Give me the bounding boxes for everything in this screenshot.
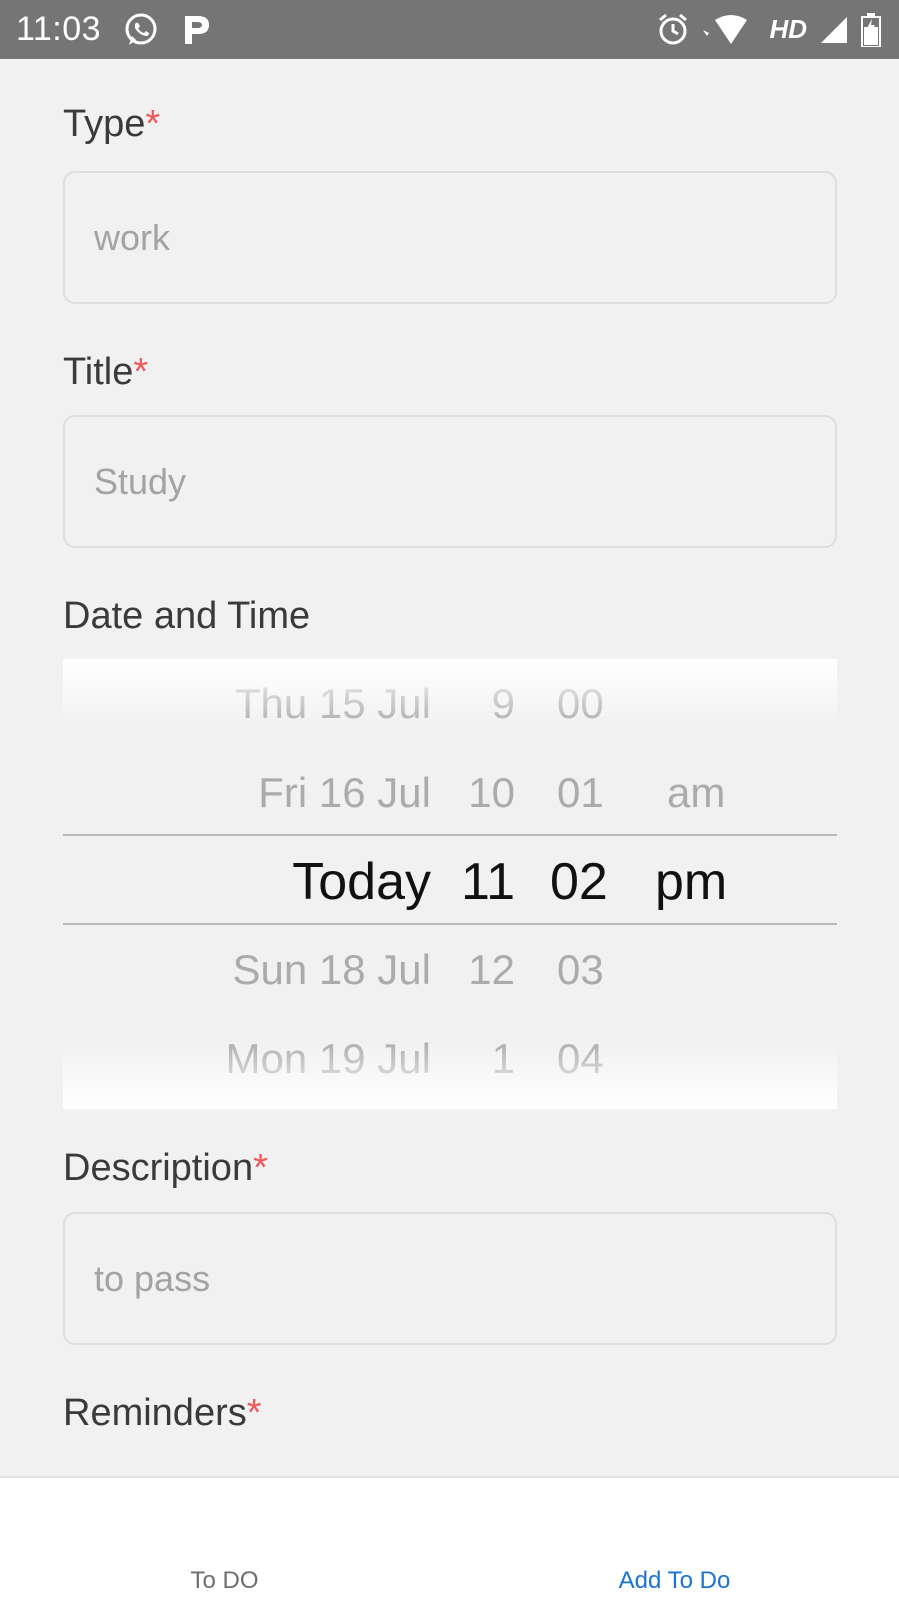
required-mark: * bbox=[145, 103, 161, 145]
datetime-label-text: Date and Time bbox=[63, 595, 311, 637]
status-time: 11:03 bbox=[16, 10, 102, 48]
reminders-label: Reminders* bbox=[63, 1392, 262, 1435]
picker-date-option[interactable]: Mon 19 Jul bbox=[226, 1014, 431, 1104]
picker-hour-option[interactable]: 9 bbox=[492, 659, 515, 749]
picker-minute-option[interactable]: 04 bbox=[557, 1014, 604, 1104]
status-bar: 11:03 HD bbox=[0, 0, 899, 59]
picker-hour-option[interactable]: 1 bbox=[492, 1014, 515, 1104]
tab-add-todo-label: Add To Do bbox=[618, 1567, 731, 1594]
picker-minute-column[interactable]: 00 01 02 03 04 bbox=[550, 659, 630, 1109]
picker-ampm-option[interactable]: am bbox=[667, 748, 725, 838]
picker-date-option[interactable]: Sun 18 Jul bbox=[233, 925, 431, 1015]
signal-icon bbox=[819, 15, 849, 45]
alarm-icon bbox=[657, 13, 689, 47]
tab-todo[interactable]: To DO bbox=[0, 1478, 449, 1599]
picker-date-option[interactable]: Thu 15 Jul bbox=[235, 659, 431, 749]
tab-todo-label: To DO bbox=[190, 1567, 259, 1594]
network-type-label: HD bbox=[769, 14, 807, 44]
picker-ampm-selected[interactable]: pm bbox=[655, 837, 727, 927]
picker-date-column[interactable]: Thu 15 Jul Fri 16 Jul Today Sun 18 Jul M… bbox=[63, 659, 431, 1109]
picker-hour-option[interactable]: 12 bbox=[468, 925, 515, 1015]
type-input[interactable]: work bbox=[63, 171, 837, 304]
description-label: Description* bbox=[63, 1147, 268, 1190]
datetime-picker[interactable]: Thu 15 Jul Fri 16 Jul Today Sun 18 Jul M… bbox=[63, 659, 837, 1109]
description-input[interactable]: to pass bbox=[63, 1212, 837, 1345]
status-bar-right: HD bbox=[645, 12, 881, 47]
title-input-value: Study bbox=[94, 460, 187, 502]
picker-date-option[interactable]: Fri 16 Jul bbox=[258, 748, 431, 838]
picker-minute-option[interactable]: 01 bbox=[557, 748, 604, 838]
title-input[interactable]: Study bbox=[63, 415, 837, 548]
picker-minute-option[interactable]: 00 bbox=[557, 659, 604, 749]
wifi-icon bbox=[701, 14, 757, 46]
picker-hour-column[interactable]: 9 10 11 12 1 bbox=[443, 659, 515, 1109]
description-label-text: Description bbox=[63, 1147, 254, 1189]
picker-minute-selected[interactable]: 02 bbox=[550, 837, 608, 927]
title-label-text: Title bbox=[63, 351, 134, 393]
battery-icon bbox=[861, 12, 881, 47]
bottom-navigation: To DO Add To Do bbox=[0, 1476, 899, 1599]
p-icon bbox=[181, 12, 213, 48]
picker-ampm-column[interactable]: am pm bbox=[655, 659, 755, 1109]
required-mark: * bbox=[253, 1147, 268, 1189]
tab-add-todo[interactable]: Add To Do bbox=[450, 1478, 899, 1599]
type-input-value: work bbox=[94, 216, 171, 258]
picker-hour-selected[interactable]: 11 bbox=[461, 837, 515, 927]
description-input-value: to pass bbox=[94, 1257, 211, 1299]
title-label: Title* bbox=[63, 351, 148, 394]
required-mark: * bbox=[133, 351, 149, 393]
whatsapp-icon bbox=[123, 12, 159, 48]
picker-minute-option[interactable]: 03 bbox=[557, 925, 604, 1015]
status-bar-left: 11:03 bbox=[16, 10, 213, 49]
reminders-label-text: Reminders bbox=[63, 1392, 247, 1434]
picker-date-selected[interactable]: Today bbox=[292, 837, 431, 927]
type-label: Type* bbox=[63, 103, 160, 146]
datetime-label: Date and Time bbox=[63, 595, 310, 638]
required-mark: * bbox=[246, 1392, 262, 1434]
type-label-text: Type bbox=[63, 103, 146, 145]
picker-hour-option[interactable]: 10 bbox=[468, 748, 515, 838]
